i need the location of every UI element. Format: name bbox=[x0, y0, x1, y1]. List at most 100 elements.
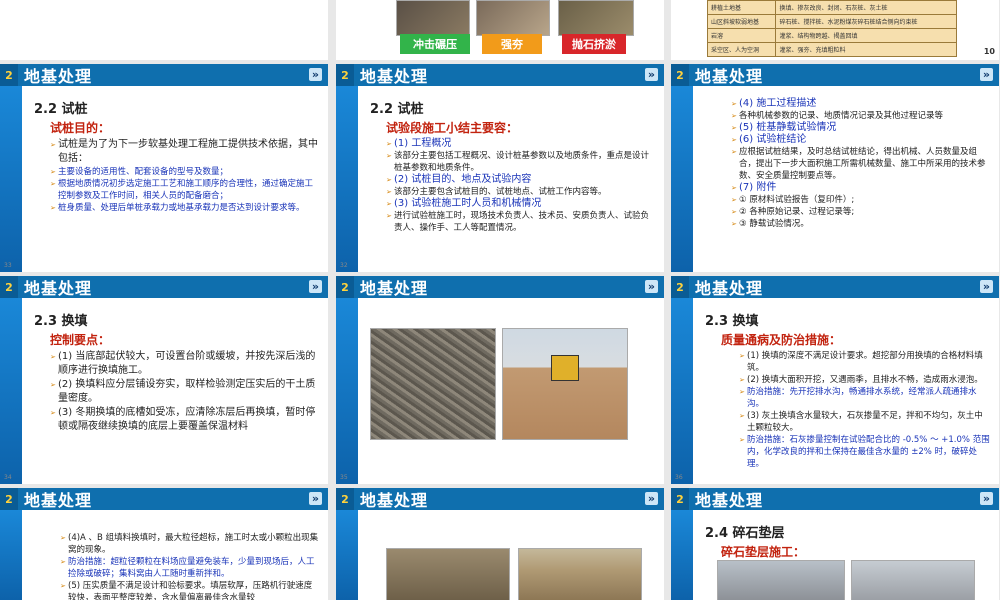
slide-34[interactable]: 2 地基处理 » (4) 施工过程描述 各种机械参数的记录、地质情况记录及其他过程记… bbox=[671, 64, 999, 272]
next-arrows-icon: » bbox=[644, 280, 658, 293]
tag-rock-filling: 抛石挤淤 bbox=[562, 34, 626, 54]
list-item: 该部分主要包含试桩目的、试桩地点、试桩工作内容等。 bbox=[386, 186, 656, 198]
slide-header: 2 地基处理 » bbox=[671, 488, 999, 510]
side-stripe bbox=[0, 298, 22, 484]
subheading: 质量通病及防治措施： bbox=[721, 333, 842, 347]
section-heading: 2.4 碎石垫层 bbox=[705, 526, 785, 541]
list-item: 防治措施：先开挖排水沟，畅通排水系统，经常派人疏通排水沟。 bbox=[739, 386, 991, 410]
side-stripe bbox=[0, 86, 22, 272]
side-stripe bbox=[671, 510, 693, 600]
photo-gravel-left bbox=[717, 560, 845, 600]
slide-39[interactable]: 2 地基处理 » bbox=[336, 488, 664, 600]
slide-40[interactable]: 2 地基处理 » 2.4 碎石垫层 碎石垫层施工： bbox=[671, 488, 999, 600]
roller-machine bbox=[551, 355, 579, 381]
page-number: 32 bbox=[340, 262, 348, 269]
plus-icon: 2 bbox=[0, 64, 18, 86]
slide-top-middle[interactable]: 冲击碾压 强夯 抛石挤淤 bbox=[336, 0, 664, 60]
treatment-table: 耕植土地基 换填、掺灰改良、封闭、石灰桩、灰土桩 山区斜坡软弱地基 碎石桩、搅拌桩、… bbox=[706, 0, 957, 57]
photo-dynamic-compaction bbox=[476, 0, 550, 36]
tag-impact-rolling: 冲击碾压 bbox=[400, 34, 470, 54]
list-item: ③ 静载试验情况。 bbox=[731, 218, 991, 230]
photo-replacement-soil bbox=[370, 328, 496, 440]
list-item: (4) 施工过程描述 bbox=[731, 98, 991, 110]
section-heading: 2.2 试桩 bbox=[34, 102, 88, 117]
photo-impact-roller bbox=[396, 0, 470, 36]
table-row: 山区斜坡软弱地基 碎石桩、搅拌桩、水泥粉煤灰碎石桩结合侧向约束桩 bbox=[706, 14, 957, 29]
slide-35[interactable]: 2 地基处理 » 2.3 换填 控制要点： (1) 当底部起伏较大，可设置台阶或缓坡… bbox=[0, 276, 328, 484]
list-item: 防治措施：石灰掺量控制在试验配合比的 -0.5% ～ +1.0% 范围内，化学改… bbox=[739, 434, 991, 470]
list-item: ② 各种原始记录、过程记录等; bbox=[731, 206, 991, 218]
list-item: ① 原材料试验报告（复印件）; bbox=[731, 194, 991, 206]
slide-title: 地基处理 bbox=[695, 491, 764, 510]
slide-37[interactable]: 2 地基处理 » 2.3 换填 质量通病及防治措施： (1) 换填的深度不满足设计要… bbox=[671, 276, 999, 484]
table-row: 采空区、人为空洞 灌浆、强夯、充填粗粒料 bbox=[706, 42, 957, 57]
list-item: (4)A 、B 组填料换填时，最大粒径超标，施工时太或小颗粒出现集窝的现象。 bbox=[60, 532, 320, 556]
list-item: (1) 当底部起伏较大，可设置台阶或缓坡，并按先深后浅的顺序进行换填施工。 bbox=[50, 350, 320, 378]
next-arrows-icon: » bbox=[644, 492, 658, 505]
list-item: 桩身质量、处理后单桩承载力或地基承载力是否达到设计要求等。 bbox=[50, 202, 320, 214]
list-item: (6) 试验桩结论 bbox=[731, 134, 991, 146]
slide-header: 2 地基处理 » bbox=[0, 488, 328, 510]
side-stripe bbox=[671, 86, 693, 272]
slide-33[interactable]: 2 地基处理 » 2.2 试桩 试验段施工小结主要容： (1) 工程概况 该部分主要… bbox=[336, 64, 664, 272]
slide-32[interactable]: 2 地基处理 » 2.2 试桩 试桩目的： 试桩是为了为下一步软基处理工程施工提供技… bbox=[0, 64, 328, 272]
page-number: 34 bbox=[4, 474, 12, 481]
slide-title: 地基处理 bbox=[360, 279, 429, 298]
section-heading: 2.2 试桩 bbox=[370, 102, 424, 117]
slide-title: 地基处理 bbox=[24, 491, 93, 510]
side-stripe bbox=[336, 510, 358, 600]
next-arrows-icon: » bbox=[308, 492, 322, 505]
subheading: 试验段施工小结主要容： bbox=[386, 121, 519, 135]
plus-icon: 2 bbox=[671, 276, 689, 298]
photo-bridge-site bbox=[518, 548, 642, 600]
photo-trench bbox=[386, 548, 510, 600]
list-item: (2) 换填大面积开挖，又遇雨季，且排水不畅，造成雨水浸泡。 bbox=[739, 374, 991, 386]
list-item: (3) 冬期换填的底槽如受冻，应清除冻层后再换填，暂时停顿或隔夜继续换填的底层上… bbox=[50, 406, 320, 434]
list-item: (7) 附件 bbox=[731, 182, 991, 194]
photo-roller-site bbox=[502, 328, 628, 440]
page-number: 36 bbox=[675, 474, 683, 481]
plus-icon: 2 bbox=[0, 276, 18, 298]
photo-rock-filling bbox=[558, 0, 634, 36]
page-number: 35 bbox=[340, 474, 348, 481]
list-item: (2) 试桩目的、地点及试验内容 bbox=[386, 174, 656, 186]
subheading: 试桩目的： bbox=[50, 121, 111, 135]
list-item: 防治措施：超粒径颗粒在料场应量避免装车，少量到现场后，人工捡除或破碎；集料窝由人… bbox=[60, 556, 320, 580]
list-item: 应根据试桩结果，及时总结试桩结论，得出机械、人员数量及组合，提出下一步大面积施工… bbox=[731, 146, 991, 182]
side-stripe bbox=[336, 298, 358, 484]
slide-header: 2 地基处理 » bbox=[336, 64, 664, 86]
list-item: (3) 灰土换填含水量较大，石灰掺量不足，拌和不均匀，灰土中土颗粒较大。 bbox=[739, 410, 991, 434]
slide-header: 2 地基处理 » bbox=[336, 276, 664, 298]
list-item: (3) 试验桩施工时人员和机械情况 bbox=[386, 198, 656, 210]
slide-title: 地基处理 bbox=[695, 67, 764, 86]
slide-header: 2 地基处理 » bbox=[336, 488, 664, 510]
slide-38[interactable]: 2 地基处理 » (4)A 、B 组填料换填时，最大粒径超标，施工时太或小颗粒出现集… bbox=[0, 488, 328, 600]
slide-title: 地基处理 bbox=[24, 279, 93, 298]
subheading: 碎石垫层施工： bbox=[721, 545, 806, 559]
list-item: 各种机械参数的记录、地质情况记录及其他过程记录等 bbox=[731, 110, 991, 122]
slide-top-left[interactable] bbox=[0, 0, 328, 60]
side-stripe bbox=[671, 298, 693, 484]
list-item: (5) 桩基静载试验情况 bbox=[731, 122, 991, 134]
slide-title: 地基处理 bbox=[695, 279, 764, 298]
next-arrows-icon: » bbox=[308, 68, 322, 81]
next-arrows-icon: » bbox=[979, 280, 993, 293]
list-item: (5) 压实质量不满足设计和验标要求。填层软厚，压路机行驶速度较快，表面平整度较… bbox=[60, 580, 320, 600]
next-arrows-icon: » bbox=[979, 492, 993, 505]
slide-top-right[interactable]: 耕植土地基 换填、掺灰改良、封闭、石灰桩、灰土桩 山区斜坡软弱地基 碎石桩、搅拌桩、… bbox=[671, 0, 999, 60]
table-row: 岩溶 灌浆、结构物跨越、揭盖回填 bbox=[706, 28, 957, 43]
slide-title: 地基处理 bbox=[360, 491, 429, 510]
list-item: (1) 工程概况 bbox=[386, 138, 656, 150]
slide-36[interactable]: 2 地基处理 » 35 bbox=[336, 276, 664, 484]
section-heading: 2.3 换填 bbox=[34, 314, 88, 329]
list-item: 该部分主要包括工程概况、设计桩基参数以及地质条件，重点是设计桩基参数和地质条件。 bbox=[386, 150, 656, 174]
list-item: 进行试验桩施工时，现场技术负责人、技术员、安质负责人、试验负责人、操作手、工人等… bbox=[386, 210, 656, 234]
list-item: (2) 换填料应分层铺设夯实，取样检验测定压实后的干土质量密度。 bbox=[50, 378, 320, 406]
list-item: 主要设备的适用性、配套设备的型号及数量； bbox=[50, 166, 320, 178]
list-item: 根据地质情况初步选定施工工艺和施工顺序的合理性，通过确定施工控制参数及工作时间，… bbox=[50, 178, 320, 202]
plus-icon: 2 bbox=[336, 64, 354, 86]
page-number: 33 bbox=[4, 262, 12, 269]
plus-icon: 2 bbox=[336, 488, 354, 510]
page-number: 10 bbox=[983, 47, 995, 56]
subheading: 控制要点： bbox=[50, 333, 111, 347]
